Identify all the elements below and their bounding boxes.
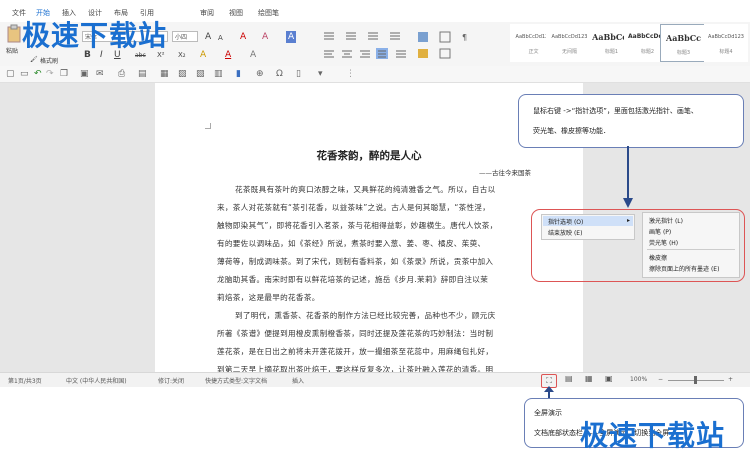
document-line: 莉焙茶，这是最早的花香茶。 [217, 293, 320, 302]
mail-icon[interactable]: ✉ [96, 68, 104, 80]
document-line: 莲花茶，是在日出之前将未开莲花拨开，放一撮细茶至花蕊中，用麻绳包扎好， [217, 347, 494, 356]
submenu-arrow-icon: ▸ [626, 217, 630, 224]
font-color-button[interactable]: A [225, 49, 231, 61]
document-line: 来，茶人对花茶就有“茶引花香，以益茶味”之说。古人是何其聪慧，“茶性淫， [217, 203, 491, 212]
menu-pen[interactable]: 绘图笔 [258, 8, 279, 18]
document-line: 有的要佐以调味品，如《茶经》所说，煮茶时要入葱、姜、枣、橘皮、茱萸、 [217, 239, 486, 248]
document-line: 触物即染其气”，即将花香引入茗茶，茶与花相得益彰，妙趣横生。唐代人饮茶， [217, 221, 498, 230]
quick-toolbar: ▢ ▭ ↶ ↷ ❐ ▣ ✉ ⎙ ▤ ▦ ▨ ▧ ▥ ▮ ⊕ Ω ▯ ▾ ⋮ [0, 66, 750, 83]
style-heading-4[interactable]: AaBbCcDd123 标题4 [704, 24, 748, 62]
menu-review[interactable]: 审阅 [200, 8, 214, 18]
context-item-end-show[interactable]: 结束放映 (E) [548, 228, 582, 237]
clear-format-button[interactable]: A [262, 31, 268, 43]
submenu-item-erase-all[interactable]: 擦除页面上的所有墨迹 (E) [649, 264, 719, 273]
textbox-icon[interactable]: ▥ [214, 68, 223, 80]
zoom-level[interactable]: 100% [630, 376, 647, 383]
watermark-logo-bottom: 极速下载站 [580, 419, 726, 452]
submenu-item-highlighter[interactable]: 荧光笔 (H) [649, 238, 678, 247]
subscript-button[interactable]: X₂ [178, 49, 186, 61]
view-print-icon[interactable]: ▤ [565, 374, 573, 383]
status-language[interactable]: 中文 (中华人民共和国) [66, 376, 127, 385]
save-icon[interactable]: ▣ [80, 68, 89, 80]
shape-icon[interactable]: ▧ [196, 68, 205, 80]
status-revision[interactable]: 修订:关闭 [158, 376, 184, 385]
callout-line-2: 荧光笔、橡皮擦等功能． [533, 127, 610, 135]
highlight-button[interactable]: A [200, 49, 206, 61]
column-icon[interactable]: ▯ [296, 68, 301, 80]
undo-icon[interactable]: ↶ [34, 68, 42, 80]
context-item-pointer-options[interactable]: 指针选项 (O) [548, 217, 583, 226]
preview-icon[interactable]: ▤ [138, 68, 147, 80]
char-border-button[interactable]: A [286, 31, 297, 43]
zoom-in-icon[interactable]: + [728, 376, 733, 383]
document-line: 龙脑助其香。南宋时即有以鲜花培茶的记述，施岳《步月.茉莉》辞即自注以茉 [217, 275, 489, 284]
hyperlink-icon[interactable]: ⊕ [256, 68, 264, 80]
document-author: ——古往今来国茶 [479, 169, 531, 177]
symbol-icon[interactable]: Ω [276, 68, 283, 80]
customize-icon[interactable]: ⋮ [346, 68, 355, 80]
submenu-item-laser[interactable]: 激光指针 (L) [649, 216, 683, 225]
document-line: 所著《茶谱》便提到用橙皮熏制橙香茶，同时还提及莲花茶的巧妙制法：当时制 [217, 329, 494, 338]
font-color-top-button[interactable]: A [240, 31, 246, 43]
shrink-font-button[interactable]: A [218, 32, 223, 44]
style-heading-3[interactable]: AaBbCc 标题3 [660, 24, 707, 62]
submenu-item-pen[interactable]: 画笔 (P) [649, 227, 671, 236]
zoom-out-icon[interactable]: − [658, 376, 663, 383]
grow-font-button[interactable]: A [205, 31, 211, 43]
table-icon[interactable]: ▦ [160, 68, 169, 80]
chart-icon[interactable]: ▮ [236, 68, 241, 80]
more-icon[interactable]: ▾ [318, 68, 323, 80]
context-menu: 指针选项 (O) ▸ 结束放映 (E) [541, 214, 635, 240]
callout-arrow [623, 146, 633, 208]
zoom-slider-thumb[interactable] [694, 376, 697, 384]
callout-line-1: 鼠标右键 ->“指针选项”，里面包括激光指针、画笔、 [533, 107, 698, 115]
margin-corner [205, 123, 211, 129]
format-painter-label[interactable]: 格式刷 [40, 56, 58, 65]
submenu-divider [647, 249, 735, 250]
open-folder-icon[interactable]: ▭ [20, 68, 29, 80]
document-line: 到了明代，熏香茶、花香茶的制作方法已经比较完善，品种也不少，顾元庆 [235, 311, 496, 320]
document-line: 到第二天早上摘花取出茶叶焙干，要这样反复多次，让茶叶融入莲花的清香。明 [217, 365, 494, 372]
status-quick-mode[interactable]: 快捷方式类型:文字文档 [205, 376, 267, 385]
document-title: 花香茶韵，醉的是人心 [316, 150, 422, 162]
redo-icon[interactable]: ↷ [46, 68, 54, 80]
style-no-spacing[interactable]: AaBbCcDd123 无间隔 [546, 24, 593, 62]
status-bar: 第1页/共3页 中文 (中华人民共和国) 修订:关闭 快捷方式类型:文字文档 插… [0, 372, 750, 388]
context-submenu: 激光指针 (L) 画笔 (P) 荧光笔 (H) 橡皮擦 擦除页面上的所有墨迹 (… [642, 212, 740, 278]
submenu-item-eraser[interactable]: 橡皮擦 [649, 253, 667, 262]
char-shade-button[interactable]: A [250, 49, 256, 61]
print-icon[interactable]: ⎙ [118, 68, 125, 80]
image-icon[interactable]: ▨ [178, 68, 187, 80]
view-outline-icon[interactable]: ▣ [605, 374, 613, 383]
document-line: 薄荷等，制成调味茶。到了宋代，则制有香料茶，如《茶录》所说，贡茶中加入 [217, 257, 494, 266]
paste-label[interactable]: 粘贴 [6, 46, 18, 55]
watermark-logo-top: 极速下载站 [22, 19, 168, 52]
font-size-combo[interactable]: 小四 [172, 31, 198, 42]
paragraph-group: ¶ [322, 30, 492, 60]
new-doc-icon[interactable]: ▢ [6, 68, 15, 80]
document-line: 花茶既具有茶叶的爽口浓醇之味，又具鲜花的纯清雅香之气。所以，自古以 [235, 185, 496, 194]
view-web-icon[interactable]: ▦ [585, 374, 593, 383]
svg-text:¶: ¶ [462, 33, 467, 42]
callout-pointer-options: 鼠标右键 ->“指针选项”，里面包括激光指针、画笔、 荧光笔、橡皮擦等功能． [518, 94, 744, 148]
status-insert[interactable]: 插入 [292, 376, 304, 385]
status-page[interactable]: 第1页/共3页 [8, 376, 42, 385]
brush-icon[interactable]: 🖌 [30, 56, 38, 63]
callout-fullscreen-title: 全屏演示 [534, 409, 562, 417]
styles-gallery: AaBbCcDd123 正文 AaBbCcDd123 无间隔 AaBbCcI 标… [508, 22, 750, 66]
menu-view[interactable]: 视图 [229, 8, 243, 18]
copy-icon[interactable]: ❐ [60, 68, 68, 80]
